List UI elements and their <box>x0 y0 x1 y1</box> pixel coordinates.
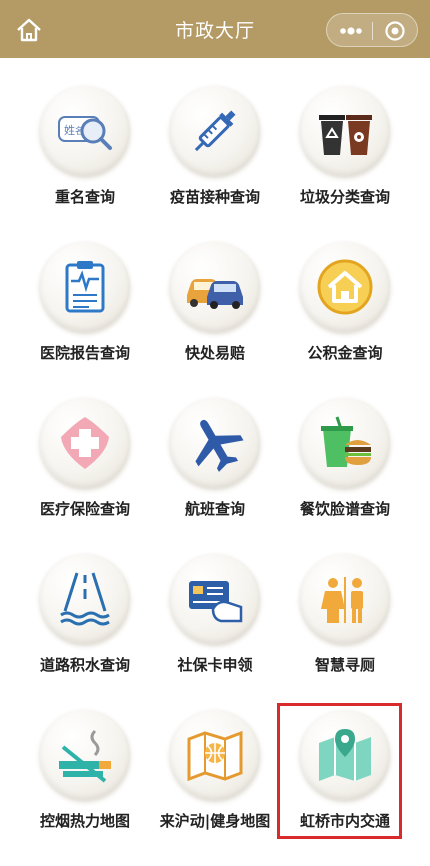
syringe-icon <box>194 110 236 152</box>
service-garbage-sort[interactable]: 垃圾分类查询 <box>280 58 410 208</box>
service-quick-claim[interactable]: 快处易赔 <box>150 214 280 364</box>
service-icon-circle <box>40 710 130 800</box>
service-catering-check[interactable]: 餐饮脸谱查询 <box>280 370 410 520</box>
service-housing-fund[interactable]: 公积金查询 <box>280 214 410 364</box>
service-flight-query[interactable]: 航班查询 <box>150 370 280 520</box>
service-label: 重名查询 <box>54 188 115 206</box>
service-icon-circle: 姓 名 <box>40 86 130 176</box>
service-icon-circle <box>170 710 260 800</box>
service-label: 快处易赔 <box>184 344 245 362</box>
highlight-box <box>277 703 402 839</box>
service-social-card[interactable]: 社保卡申领 <box>150 526 280 676</box>
fitness-map-icon <box>187 730 243 782</box>
service-label: 社保卡申领 <box>177 656 253 674</box>
service-icon-circle <box>170 554 260 644</box>
service-icon-circle <box>40 242 130 332</box>
more-dots-icon <box>340 27 362 35</box>
service-road-water[interactable]: 道路积水查询 <box>20 526 150 676</box>
service-label: 疫苗接种查询 <box>169 188 260 206</box>
service-label: 医院报告查询 <box>39 344 130 362</box>
more-button[interactable] <box>333 18 369 44</box>
service-icon-circle <box>170 242 260 332</box>
service-smart-toilet[interactable]: 智慧寻厕 <box>280 526 410 676</box>
airplane-icon <box>195 419 244 472</box>
food-icon <box>321 416 371 467</box>
service-icon-circle <box>300 398 390 488</box>
service-icon-circle <box>40 554 130 644</box>
cars-icon <box>187 279 243 309</box>
service-icon-circle <box>170 86 260 176</box>
no-smoking-icon <box>59 729 111 783</box>
capsule-menu <box>326 13 418 47</box>
service-medical-insurance[interactable]: 医疗保险查询 <box>20 370 150 520</box>
house-icon <box>317 259 373 315</box>
service-label: 公积金查询 <box>307 344 383 362</box>
service-name-search[interactable]: 姓 名 重名查询 <box>20 58 150 208</box>
service-label: 智慧寻厕 <box>314 656 375 674</box>
service-label: 来沪动|健身地图 <box>159 812 271 830</box>
service-icon-circle <box>300 554 390 644</box>
toilet-icon <box>321 577 363 623</box>
service-icon-circle <box>170 398 260 488</box>
medical-cross-icon <box>61 417 109 469</box>
capsule-divider <box>372 22 373 40</box>
svg-text:姓: 姓 <box>64 123 75 137</box>
service-label: 道路积水查询 <box>39 656 130 674</box>
service-smoking-map[interactable]: 控烟热力地图 <box>20 682 150 832</box>
service-icon-circle <box>300 242 390 332</box>
medical-report-icon <box>65 261 105 313</box>
close-button[interactable] <box>377 18 413 44</box>
service-fitness-map[interactable]: 来沪动|健身地图 <box>150 682 280 832</box>
service-label: 垃圾分类查询 <box>299 188 390 206</box>
top-bar: 市政大厅 <box>0 0 430 58</box>
service-label: 航班查询 <box>184 500 245 518</box>
trash-bins-icon <box>319 115 372 155</box>
service-label: 医疗保险查询 <box>39 500 130 518</box>
service-icon-circle <box>40 398 130 488</box>
service-label: 控烟热力地图 <box>39 812 130 830</box>
service-hospital-report[interactable]: 医院报告查询 <box>20 214 150 364</box>
service-vaccine-query[interactable]: 疫苗接种查询 <box>150 58 280 208</box>
name-search-icon: 姓 名 <box>58 116 112 150</box>
road-water-icon <box>60 572 110 626</box>
target-close-icon <box>385 21 405 41</box>
card-icon <box>189 581 243 623</box>
service-icon-circle <box>300 86 390 176</box>
service-label: 餐饮脸谱查询 <box>299 500 390 518</box>
